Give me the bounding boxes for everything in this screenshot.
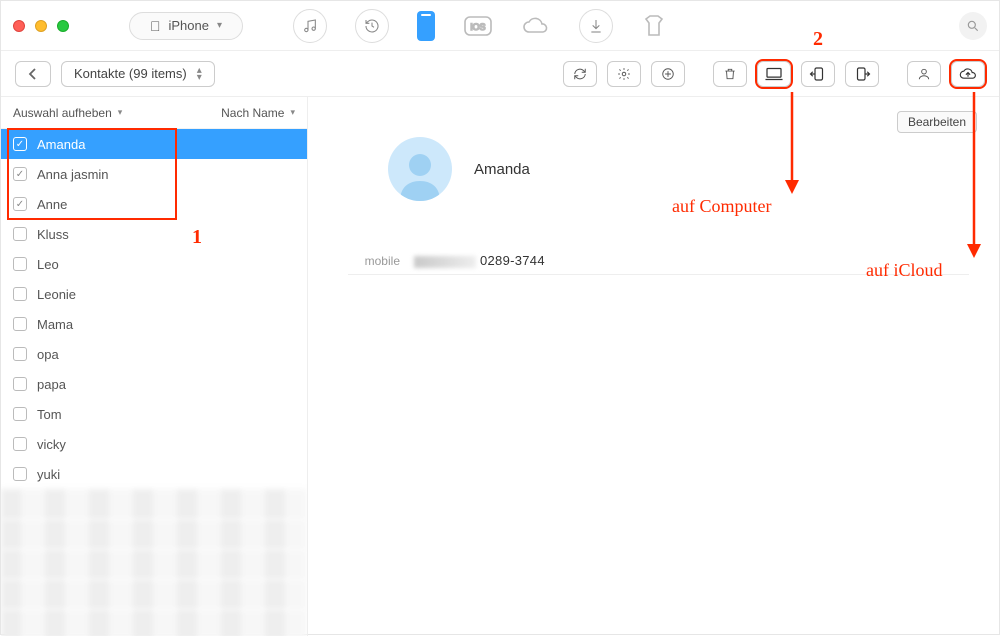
redacted-row: [1, 549, 307, 579]
refresh-button[interactable]: [563, 61, 597, 87]
avatar: [388, 137, 452, 201]
phone-field: mobile 0289-3744: [348, 253, 969, 275]
sort-by-button[interactable]: Nach Name ▾: [221, 106, 295, 120]
cloud-icon[interactable]: [521, 15, 551, 37]
checkbox[interactable]: [13, 467, 27, 481]
to-other-device-button[interactable]: [845, 61, 879, 87]
contact-row[interactable]: Kluss: [1, 219, 307, 249]
phone-label: mobile: [348, 254, 400, 268]
deselect-all-button[interactable]: Auswahl aufheben ▾: [13, 106, 122, 120]
delete-button[interactable]: [713, 61, 747, 87]
edit-button[interactable]: Bearbeiten: [897, 111, 977, 133]
download-icon[interactable]: [579, 9, 613, 43]
sort-updown-icon: ▴▾: [197, 67, 202, 81]
to-icloud-button[interactable]: [951, 61, 985, 87]
add-button[interactable]: [651, 61, 685, 87]
settings-button[interactable]: [607, 61, 641, 87]
redacted-row: [1, 489, 307, 519]
ios-icon[interactable]: iOS: [463, 14, 493, 38]
contact-row[interactable]: yuki: [1, 459, 307, 489]
checkbox[interactable]: [13, 347, 27, 361]
apple-icon: : [150, 18, 161, 34]
to-computer-button[interactable]: [757, 61, 791, 87]
merge-contacts-button[interactable]: [907, 61, 941, 87]
chevron-down-icon: ▾: [290, 107, 295, 118]
contact-name-label: Mama: [37, 317, 73, 332]
contact-name-label: Kluss: [37, 227, 69, 242]
chevron-down-icon: ▾: [118, 107, 123, 118]
tshirt-icon[interactable]: [641, 14, 667, 38]
redacted-row: [1, 579, 307, 609]
window-minimize-dot[interactable]: [35, 20, 47, 32]
history-icon[interactable]: [355, 9, 389, 43]
checkbox[interactable]: [13, 317, 27, 331]
contact-row[interactable]: opa: [1, 339, 307, 369]
breadcrumb-label: Kontakte (99 items): [74, 66, 187, 81]
annotation-box-1: [7, 128, 177, 220]
contact-name-label: opa: [37, 347, 59, 362]
contact-row[interactable]: Leo: [1, 249, 307, 279]
redacted-row: [1, 519, 307, 549]
contact-name: Amanda: [474, 161, 530, 178]
contact-name-label: vicky: [37, 437, 66, 452]
checkbox[interactable]: [13, 257, 27, 271]
contact-row[interactable]: Tom: [1, 399, 307, 429]
redacted-row: [1, 609, 307, 636]
category-selector[interactable]: Kontakte (99 items) ▴▾: [61, 61, 215, 87]
deselect-label: Auswahl aufheben: [13, 106, 112, 120]
window-zoom-dot[interactable]: [57, 20, 69, 32]
phone-device-icon[interactable]: [417, 11, 435, 41]
contact-name-label: Leo: [37, 257, 59, 272]
redacted-segment: [414, 256, 476, 268]
phone-value: 0289-3744: [414, 253, 545, 268]
contact-name-label: Tom: [37, 407, 62, 422]
to-device-button[interactable]: [801, 61, 835, 87]
contact-name-label: papa: [37, 377, 66, 392]
contact-name-label: yuki: [37, 467, 60, 482]
contact-row[interactable]: vicky: [1, 429, 307, 459]
checkbox[interactable]: [13, 227, 27, 241]
checkbox[interactable]: [13, 407, 27, 421]
contact-row[interactable]: Mama: [1, 309, 307, 339]
checkbox[interactable]: [13, 287, 27, 301]
contact-row[interactable]: papa: [1, 369, 307, 399]
contact-row[interactable]: Leonie: [1, 279, 307, 309]
contact-name-label: Leonie: [37, 287, 76, 302]
checkbox[interactable]: [13, 377, 27, 391]
device-selector[interactable]:  iPhone ▾: [129, 12, 243, 40]
checkbox[interactable]: [13, 437, 27, 451]
music-icon[interactable]: [293, 9, 327, 43]
sort-label: Nach Name: [221, 106, 284, 120]
search-button[interactable]: [959, 12, 987, 40]
svg-text:iOS: iOS: [471, 22, 486, 32]
back-button[interactable]: [15, 61, 51, 87]
chevron-down-icon: ▾: [217, 20, 222, 31]
window-close-dot[interactable]: [13, 20, 25, 32]
device-label: iPhone: [169, 18, 209, 33]
